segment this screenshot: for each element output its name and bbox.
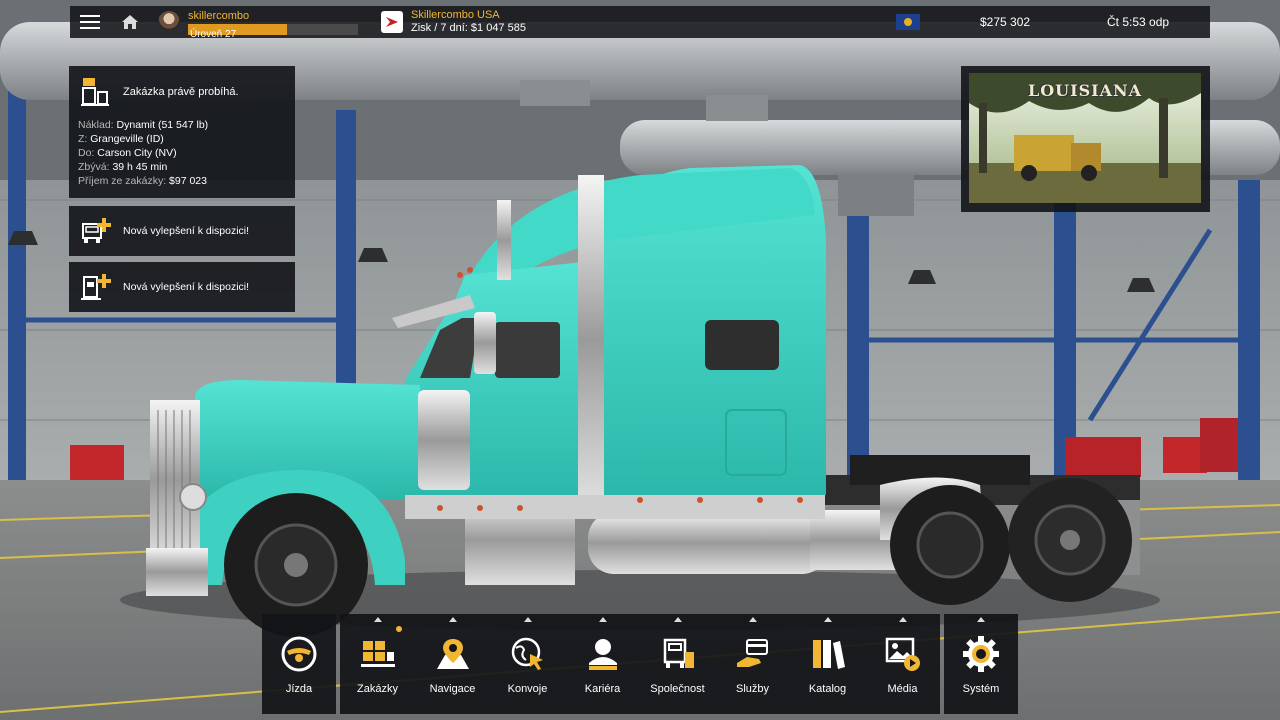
trailer-upgrade-icon: [81, 274, 111, 300]
company-info[interactable]: Skillercombo USA Zisk / 7 dní: $1 047 58…: [411, 9, 831, 35]
job-from-row: Z: Grangeville (ID): [78, 133, 164, 145]
caret-up-icon: [977, 617, 985, 622]
menu-label: Zakázky: [357, 683, 398, 695]
menu-system-button[interactable]: Systém: [944, 614, 1018, 714]
caret-up-icon: [748, 617, 757, 622]
player-profile[interactable]: skillercombo Úroveň 27: [188, 9, 363, 40]
menu-icon: [80, 15, 100, 29]
gear-icon: [963, 636, 999, 672]
upgrade-notification-truck[interactable]: Nová vylepšení k dispozici!: [69, 206, 295, 256]
level-label: Úroveň 27: [190, 28, 237, 40]
new-indicator-dot: [396, 626, 402, 632]
notification-text: Nová vylepšení k dispozici!: [123, 225, 250, 237]
caret-up-icon: [823, 617, 832, 622]
player-name: skillercombo: [188, 9, 250, 22]
region-title: LOUISIANA: [1027, 81, 1143, 100]
menu-label: Média: [887, 683, 918, 695]
globe-cursor-icon: [511, 637, 543, 670]
menu-label: Jízda: [285, 683, 313, 695]
money-balance: $275 302: [980, 15, 1031, 29]
menu-button[interactable]: [70, 6, 110, 38]
company-truck-icon: [663, 638, 694, 668]
caret-up-icon: [673, 617, 682, 622]
menu-label: Navigace: [429, 683, 476, 695]
job-to-row: Do: Carson City (NV): [78, 147, 177, 159]
job-income-row: Příjem ze zakázky: $97 023: [78, 175, 207, 187]
company-name: Skillercombo USA: [411, 9, 500, 21]
caret-up-icon: [898, 617, 907, 622]
menu-catalog-button[interactable]: Katalog: [790, 614, 865, 714]
caret-up-icon: [448, 617, 457, 622]
job-status-panel[interactable]: Zakázka právě probíhá. Náklad: Dynamit (…: [69, 66, 295, 198]
menu-convoys-button[interactable]: Konvoje: [490, 614, 565, 714]
top-bar: skillercombo Úroveň 27 Skillercombo USA …: [70, 6, 1210, 40]
menu-label: Katalog: [808, 683, 847, 695]
menu-career-button[interactable]: Kariéra: [565, 614, 640, 714]
menu-label: Služby: [735, 683, 770, 695]
services-hand-card-icon: [736, 639, 768, 667]
menu-group-drive: Jízda: [262, 614, 336, 714]
job-cargo: Dynamit (51 547 lb): [116, 119, 209, 131]
home-button[interactable]: [110, 6, 150, 38]
menu-label: Systém: [962, 683, 1000, 695]
state-flag-icon: [896, 14, 920, 30]
menu-jobs-button[interactable]: Zakázky: [340, 614, 415, 714]
cargo-jobs-icon: [360, 641, 395, 667]
menu-label: Kariéra: [584, 683, 621, 695]
menu-services-button[interactable]: Služby: [715, 614, 790, 714]
map-pin-icon: [436, 639, 469, 669]
menu-company-button[interactable]: Společnost: [640, 614, 715, 714]
menu-group-main: Zakázky Navigace Konvoje Kariéra Společn…: [340, 614, 940, 714]
job-to: Carson City (NV): [97, 147, 177, 159]
job-status: Zakázka právě probíhá.: [123, 86, 239, 98]
menu-navigation-button[interactable]: Navigace: [415, 614, 490, 714]
caret-up-icon: [523, 617, 532, 622]
job-from: Grangeville (ID): [90, 133, 164, 145]
menu-group-system: Systém: [944, 614, 1018, 714]
job-remaining-row: Zbývá: 39 h 45 min: [78, 161, 168, 173]
job-income: $97 023: [169, 175, 207, 187]
notification-text: Nová vylepšení k dispozici!: [123, 281, 250, 293]
caret-up-icon: [598, 617, 607, 622]
company-logo[interactable]: [381, 11, 403, 33]
job-cargo-row: Náklad: Dynamit (51 547 lb): [78, 119, 209, 131]
company-profit: Zisk / 7 dní: $1 047 585: [411, 22, 526, 34]
truck-upgrade-icon: [82, 218, 111, 243]
menu-media-button[interactable]: Média: [865, 614, 940, 714]
profile-person-icon: [588, 639, 617, 670]
game-time: Čt 5:53 odp: [1107, 15, 1170, 29]
level-progress-bar: Úroveň 27: [188, 23, 358, 40]
steering-wheel-icon: [281, 636, 317, 672]
menu-label: Konvoje: [507, 683, 548, 695]
media-gallery-icon: [885, 637, 920, 671]
upgrade-notification-trailer[interactable]: Nová vylepšení k dispozici!: [69, 262, 295, 312]
company-logo-icon: [386, 17, 398, 27]
avatar[interactable]: [158, 11, 180, 33]
menu-drive-button[interactable]: Jízda: [262, 614, 336, 714]
region-picture: LOUISIANA: [961, 66, 1210, 212]
delivery-job-icon: [81, 78, 109, 106]
catalog-books-icon: [812, 640, 845, 669]
home-icon: [122, 15, 138, 29]
job-remaining: 39 h 45 min: [112, 161, 168, 173]
caret-up-icon: [373, 617, 382, 622]
menu-label: Společnost: [650, 683, 705, 695]
